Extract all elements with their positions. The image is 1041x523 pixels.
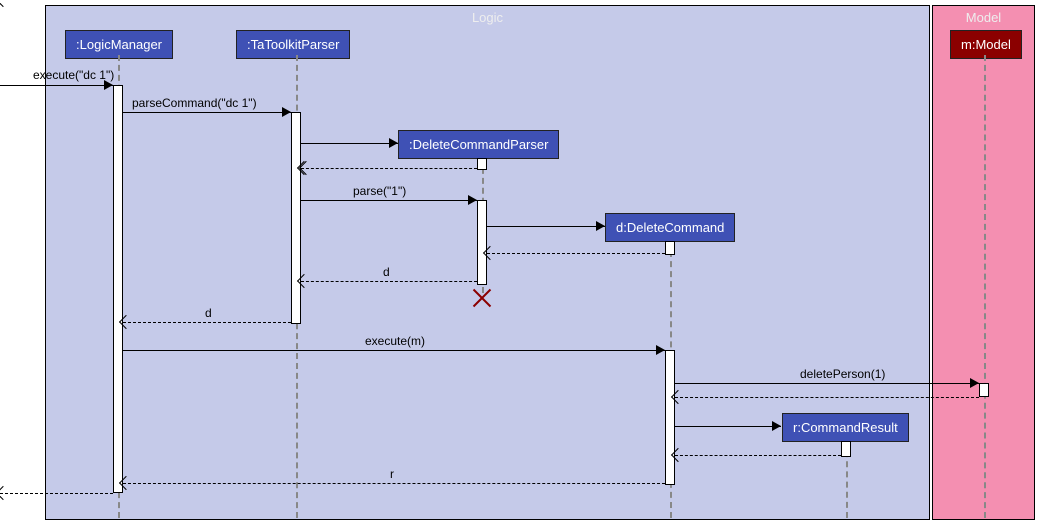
arrow-head-create-cr <box>772 421 781 431</box>
arrow-head-parse-command <box>282 107 291 117</box>
arrow-return-dcp <box>301 168 477 169</box>
arrow-head-execute-m <box>656 345 665 355</box>
frame-logic: Logic <box>45 5 930 520</box>
arrow-head-create-dcp <box>389 138 398 148</box>
frame-model-title: Model <box>933 6 1034 29</box>
msg-delete-person: deletePerson(1) <box>800 367 885 381</box>
arrow-create-dcp <box>301 143 398 144</box>
arrow-parse <box>301 200 477 201</box>
arrow-final-return <box>0 493 113 494</box>
activation-dcp-1 <box>477 158 487 170</box>
activation-ta-toolkit-parser <box>291 112 301 324</box>
participant-delete-command-parser: :DeleteCommandParser <box>398 130 559 159</box>
frame-logic-title: Logic <box>46 6 929 29</box>
arrow-return-cr <box>675 455 841 456</box>
msg-return-d2: d <box>205 306 212 320</box>
sequence-diagram: Logic Model :LogicManager :TaToolkitPars… <box>0 0 1041 523</box>
arrow-delete-person <box>675 383 979 384</box>
participant-ta-toolkit-parser: :TaToolkitParser <box>236 30 350 59</box>
arrow-head-delete-person <box>970 378 979 388</box>
msg-execute1: execute("dc 1") <box>33 68 114 82</box>
destroy-dcp <box>472 288 492 308</box>
msg-return-d1: d <box>383 265 390 279</box>
activation-dc-2 <box>665 350 675 485</box>
activation-dc-1 <box>665 241 675 255</box>
participant-delete-command: d:DeleteCommand <box>605 213 735 242</box>
activation-cr <box>841 441 851 457</box>
msg-return-r: r <box>390 467 394 481</box>
arrow-return-r <box>123 483 665 484</box>
lifeline-model <box>984 55 986 518</box>
activation-logic-manager <box>113 85 123 493</box>
arrow-return-dc-create <box>487 253 665 254</box>
arrow-return-d2 <box>123 322 291 323</box>
msg-parse: parse("1") <box>353 184 406 198</box>
arrow-execute1 <box>0 85 113 86</box>
activation-dcp-2 <box>477 200 487 285</box>
arrow-create-dc <box>487 226 605 227</box>
msg-parse-command: parseCommand("dc 1") <box>132 96 257 110</box>
arrow-return-d1 <box>301 281 477 282</box>
participant-command-result: r:CommandResult <box>782 413 909 442</box>
arrow-head-parse <box>468 195 477 205</box>
arrow-head-create-dc <box>596 221 605 231</box>
arrow-execute-m <box>123 350 665 351</box>
msg-execute-m: execute(m) <box>365 334 425 348</box>
arrow-return-model <box>675 397 979 398</box>
arrow-create-cr <box>675 426 781 427</box>
activation-model <box>979 383 989 397</box>
arrow-parse-command <box>123 112 291 113</box>
